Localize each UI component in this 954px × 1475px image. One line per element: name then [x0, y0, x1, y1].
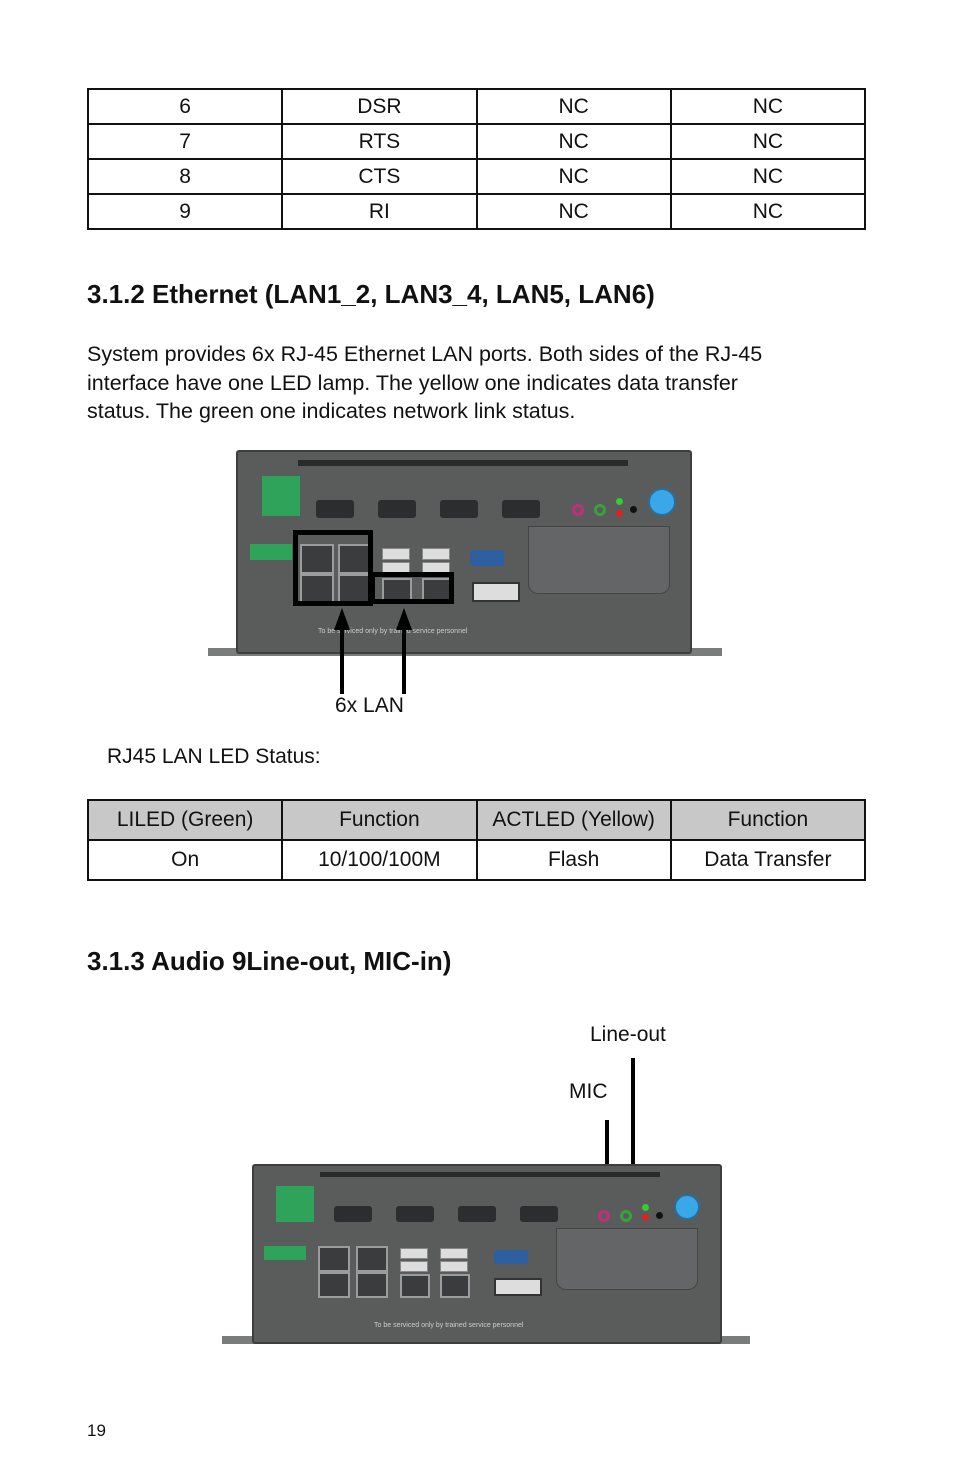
table-row: 7 RTS NC NC [86, 123, 867, 160]
usb-port-icon [422, 548, 450, 560]
terminal-block-icon [262, 476, 300, 516]
mic-label: MIC [569, 1080, 608, 1103]
expansion-cover [528, 526, 670, 594]
usb-port-icon [400, 1261, 428, 1272]
table-header-cell: LILED (Green) [86, 799, 284, 841]
device-vent-slot [320, 1172, 660, 1177]
ethernet-description: System provides 6x RJ-45 Ethernet LAN po… [87, 340, 887, 426]
device-rear-panel-figure-lan: To be serviced only by trained service p… [208, 448, 722, 694]
terminal-block-icon [276, 1186, 314, 1222]
table-cell: 7 [86, 123, 284, 160]
usb-port-icon [440, 1248, 468, 1259]
paragraph-line: status. The green one indicates network … [87, 399, 576, 423]
com-port-icon [458, 1206, 496, 1222]
com-port-icon [316, 500, 354, 518]
table-cell: NC [669, 158, 867, 195]
table-row: 9 RI NC NC [86, 193, 867, 230]
table-cell: 10/100/100M [281, 839, 478, 881]
lan-figure-label: 6x LAN [335, 694, 404, 717]
table-cell: Flash [475, 839, 672, 881]
com-port-icon [334, 1206, 372, 1222]
arrow-shaft [340, 626, 344, 694]
vga-port-icon [494, 1250, 528, 1264]
table-header-cell: Function [281, 799, 478, 841]
paragraph-line: interface have one LED lamp. The yellow … [87, 370, 738, 395]
power-led-icon [616, 498, 623, 505]
table-cell: RTS [281, 123, 478, 160]
pin-assignment-table: 6 DSR NC NC 7 RTS NC NC 8 CTS NC NC 9 RI… [86, 88, 867, 230]
usb-port-icon [382, 548, 410, 560]
table-header-cell: Function [669, 799, 867, 841]
rj45-port-icon [400, 1274, 430, 1298]
mic-jack-icon [572, 504, 584, 516]
table-row: 8 CTS NC NC [86, 158, 867, 195]
power-led-icon [642, 1204, 649, 1211]
vga-port-icon [470, 550, 504, 566]
table-cell: Data Transfer [669, 839, 867, 881]
table-cell: NC [669, 193, 867, 230]
table-cell: NC [669, 88, 867, 125]
mic-jack-icon [598, 1210, 610, 1222]
table-header-cell: ACTLED (Yellow) [475, 799, 672, 841]
com-port-icon [396, 1206, 434, 1222]
table-cell: NC [475, 123, 672, 160]
com-port-icon [520, 1206, 558, 1222]
usb-port-icon [400, 1248, 428, 1259]
lineout-jack-icon [594, 504, 606, 516]
usb-port-icon [440, 1261, 468, 1272]
hdd-led-icon [642, 1214, 649, 1221]
rj45-port-icon [356, 1272, 388, 1298]
rj45-port-icon [356, 1246, 388, 1272]
led-status-table: LILED (Green) Function ACTLED (Yellow) F… [86, 799, 867, 881]
expansion-cover [556, 1228, 698, 1290]
lan-highlight-box [293, 530, 373, 606]
rj45-port-icon [440, 1274, 470, 1298]
device-rear-panel-figure-audio: To be serviced only by trained service p… [222, 1162, 750, 1348]
dvi-port-icon [472, 582, 520, 602]
dvi-port-icon [494, 1278, 542, 1296]
table-cell: NC [475, 158, 672, 195]
power-button-icon [674, 1194, 700, 1220]
com-port-icon [378, 500, 416, 518]
table-cell: 6 [86, 88, 284, 125]
table-cell: 9 [86, 193, 284, 230]
table-row: 6 DSR NC NC [86, 88, 867, 125]
power-terminal-icon [264, 1246, 306, 1260]
paragraph-line: System provides 6x RJ-45 Ethernet LAN po… [87, 342, 763, 366]
device-body: To be serviced only by trained service p… [252, 1164, 722, 1344]
line-out-label: Line-out [590, 1023, 666, 1046]
table-cell: DSR [281, 88, 478, 125]
page-number: 19 [87, 1421, 106, 1440]
reset-button-icon [630, 506, 637, 513]
table-cell: CTS [281, 158, 478, 195]
com-port-icon [440, 500, 478, 518]
rj45-port-icon [318, 1246, 350, 1272]
table-cell: RI [281, 193, 478, 230]
table-cell: On [86, 839, 284, 881]
com-port-icon [502, 500, 540, 518]
lan-highlight-box [370, 572, 454, 604]
rj45-port-icon [318, 1272, 350, 1298]
table-row: On 10/100/100M Flash Data Transfer [86, 839, 867, 881]
section-heading-ethernet: 3.1.2 Ethernet (LAN1_2, LAN3_4, LAN5, LA… [87, 279, 655, 309]
table-cell: NC [475, 88, 672, 125]
warning-text: To be serviced only by trained service p… [374, 1322, 524, 1329]
arrow-shaft [402, 626, 406, 694]
power-terminal-icon [250, 544, 292, 560]
table-cell: 8 [86, 158, 284, 195]
table-header-row: LILED (Green) Function ACTLED (Yellow) F… [86, 799, 867, 841]
hdd-led-icon [616, 510, 623, 517]
table-cell: NC [475, 193, 672, 230]
led-status-caption: RJ45 LAN LED Status: [107, 745, 321, 768]
table-cell: NC [669, 123, 867, 160]
lineout-jack-icon [620, 1210, 632, 1222]
reset-button-icon [656, 1212, 663, 1219]
section-heading-audio: 3.1.3 Audio 9Line-out, MIC-in) [87, 946, 452, 976]
power-button-icon [648, 488, 676, 516]
device-vent-slot [298, 460, 628, 466]
